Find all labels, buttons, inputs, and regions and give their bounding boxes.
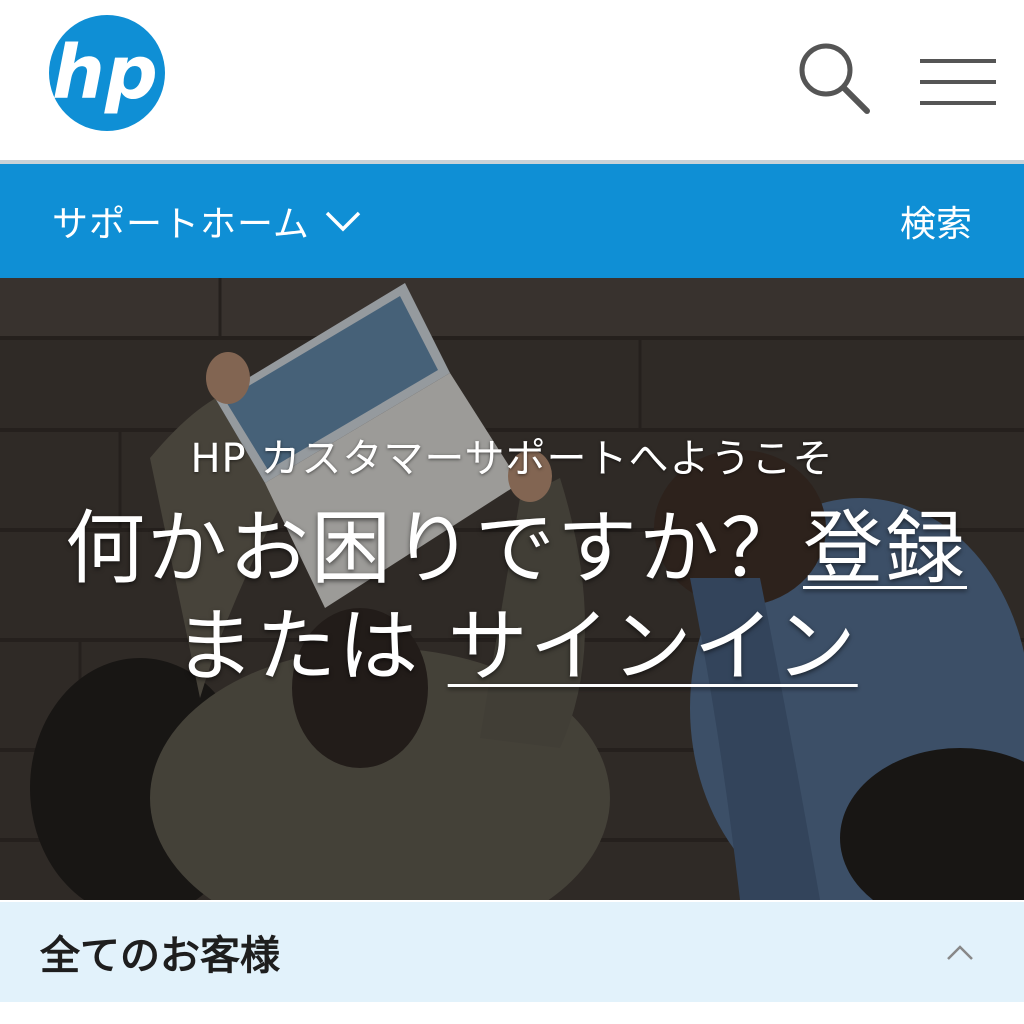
chevron-down-icon — [325, 211, 361, 232]
sign-in-link[interactable]: サインイン — [448, 600, 858, 693]
nav-search-link[interactable]: 検索 — [900, 164, 972, 278]
support-home-dropdown[interactable]: サポートホーム — [52, 164, 362, 278]
register-link[interactable]: 登録 — [803, 502, 967, 595]
support-nav-bar: サポートホーム 検索 — [0, 164, 1024, 278]
hero-title-middle: または — [174, 600, 421, 693]
site-header: hp — [0, 0, 1024, 160]
accordion-title: 全てのお客様 — [40, 933, 280, 979]
hp-logo[interactable]: hp — [48, 14, 166, 132]
hero-banner: HP カスタマーサポートへようこそ 何かお困りですか？登録または サインイン — [0, 278, 1024, 900]
hp-logo-text: hp — [52, 30, 158, 116]
support-home-label: サポートホーム — [52, 204, 310, 245]
hero-subtitle: HP カスタマーサポートへようこそ — [190, 436, 834, 482]
chevron-up-icon — [947, 945, 973, 960]
hamburger-menu-icon[interactable] — [918, 56, 998, 108]
hero-title: 何かお困りですか？登録または サインイン — [56, 500, 976, 696]
hero-title-prefix: 何かお困りですか？ — [65, 502, 803, 595]
search-icon[interactable] — [796, 40, 872, 116]
all-customers-accordion[interactable]: 全てのお客様 — [0, 902, 1024, 1002]
